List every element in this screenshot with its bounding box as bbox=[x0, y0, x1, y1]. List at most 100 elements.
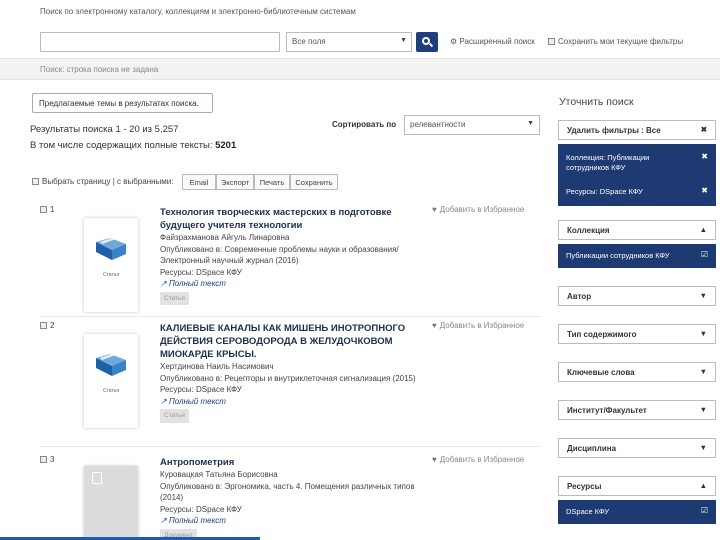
facet-author-label: Автор bbox=[567, 292, 592, 301]
search-scope-select[interactable]: Все поля ▼ bbox=[286, 32, 412, 52]
result-title[interactable]: Технология творческих мастерских в подго… bbox=[160, 206, 430, 232]
result-published: Опубликовано в: Современные проблемы нау… bbox=[160, 244, 399, 266]
save-button[interactable]: Сохранить bbox=[290, 174, 338, 190]
result-divider bbox=[40, 446, 540, 447]
external-link-icon: ↗ bbox=[160, 279, 169, 288]
advanced-search-link[interactable]: ⚙ Расширенный поиск bbox=[450, 37, 535, 46]
checkbox-checked-icon: ☑ bbox=[700, 506, 708, 515]
active-filter-resource[interactable]: Ресурсы: DSpace КФУ bbox=[566, 187, 690, 197]
result-divider bbox=[40, 316, 540, 317]
result-thumbnail[interactable]: Статья bbox=[84, 334, 138, 428]
print-button[interactable]: Печать bbox=[254, 174, 290, 190]
chevron-down-icon: ▼ bbox=[699, 367, 707, 376]
facet-collection[interactable]: Коллекция ▲ bbox=[558, 220, 716, 240]
fulltext-link-label: Полный текст bbox=[168, 516, 226, 525]
facet-keywords[interactable]: Ключевые слова ▼ bbox=[558, 362, 716, 382]
result-title[interactable]: Антропометрия bbox=[160, 456, 430, 469]
suggested-topics-button[interactable]: Предлагаемые темы в результатах поиска. bbox=[32, 93, 213, 113]
chevron-up-icon: ▲ bbox=[699, 225, 707, 234]
fulltext-link[interactable]: ↗ Полный текст bbox=[160, 396, 430, 408]
facet-resources-value: DSpace КФУ bbox=[566, 507, 610, 516]
heart-icon: ♥ bbox=[432, 321, 437, 330]
remove-filters-button[interactable]: Удалить фильтры : Все ✖ bbox=[558, 120, 716, 140]
fulltext-count: В том числе содержащих полные тексты: 52… bbox=[30, 140, 236, 151]
export-button[interactable]: Экспорт bbox=[216, 174, 254, 190]
result-checkbox[interactable] bbox=[40, 206, 47, 213]
result-resource: Ресурсы: DSpace КФУ bbox=[160, 504, 242, 514]
result-checkbox[interactable] bbox=[40, 456, 47, 463]
book-icon bbox=[96, 353, 126, 376]
fulltext-link[interactable]: ↗ Полный текст bbox=[160, 515, 430, 527]
fulltext-count-label: В том числе содержащих полные тексты: bbox=[30, 140, 213, 151]
result-info: КАЛИЕВЫЕ КАНАЛЫ КАК МИШЕНЬ ИНОТРОПНОГО Д… bbox=[160, 322, 430, 423]
search-scope-value: Все поля bbox=[292, 37, 326, 46]
keep-filters-checkbox[interactable] bbox=[548, 38, 555, 45]
select-page-checkbox[interactable] bbox=[32, 178, 39, 185]
chevron-down-icon: ▼ bbox=[699, 443, 707, 452]
facet-content-type-label: Тип содержимого bbox=[567, 330, 637, 339]
sort-select[interactable]: релевантности ▼ bbox=[404, 115, 540, 135]
facet-resources-label: Ресурсы bbox=[567, 482, 602, 491]
facet-resources-option[interactable]: DSpace КФУ ☑ bbox=[558, 500, 716, 524]
add-favorite-link[interactable]: ♥ Добавить в Избранное bbox=[432, 205, 524, 214]
result-author[interactable]: Файзрахманова Айгуль Линаровна bbox=[160, 232, 430, 244]
result-author[interactable]: Хертдинова Наиль Насимович bbox=[160, 361, 430, 373]
sidebar-heading: Уточнить поиск bbox=[559, 96, 634, 108]
result-resource: Ресурсы: DSpace КФУ bbox=[160, 267, 242, 277]
facet-institute[interactable]: Институт/Факультет ▼ bbox=[558, 400, 716, 420]
add-favorite-link[interactable]: ♥ Добавить в Избранное bbox=[432, 321, 524, 330]
heart-icon: ♥ bbox=[432, 455, 437, 464]
result-author[interactable]: Куровацкая Татьяна Борисовна bbox=[160, 469, 430, 481]
thumbnail-label: Статья bbox=[102, 272, 120, 278]
remove-filters-label: Удалить фильтры : Все bbox=[567, 126, 661, 135]
select-page-label: Выбрать страницу | с выбранными: bbox=[42, 177, 174, 186]
chevron-down-icon: ▼ bbox=[699, 329, 707, 338]
facet-discipline[interactable]: Дисциплина ▼ bbox=[558, 438, 716, 458]
active-filter-collection[interactable]: Коллекция: Публикации сотрудников КФУ bbox=[566, 153, 690, 173]
search-input[interactable] bbox=[40, 32, 280, 52]
add-favorite-label: Добавить в Избранное bbox=[439, 321, 525, 330]
result-thumbnail[interactable]: Статья bbox=[84, 218, 138, 312]
add-favorite-label: Добавить в Избранное bbox=[439, 205, 525, 214]
result-number: 2 bbox=[50, 321, 55, 330]
format-tag: Статья bbox=[160, 409, 189, 423]
result-published: Опубликовано в: Эргономика, часть 4. Пом… bbox=[160, 481, 415, 503]
facet-collection-option[interactable]: Публикации сотрудников КФУ ☑ bbox=[558, 244, 716, 268]
result-checkbox[interactable] bbox=[40, 322, 47, 329]
result-resource: Ресурсы: DSpace КФУ bbox=[160, 385, 242, 394]
facet-content-type[interactable]: Тип содержимого ▼ bbox=[558, 324, 716, 344]
facet-author[interactable]: Автор ▼ bbox=[558, 286, 716, 306]
facet-collection-label: Коллекция bbox=[567, 226, 610, 235]
result-title[interactable]: КАЛИЕВЫЕ КАНАЛЫ КАК МИШЕНЬ ИНОТРОПНОГО Д… bbox=[160, 322, 430, 361]
result-thumbnail[interactable] bbox=[84, 466, 138, 540]
close-icon[interactable]: ✖ bbox=[701, 152, 708, 162]
gear-icon: ⚙ bbox=[450, 37, 458, 46]
result-info: Антропометрия Куровацкая Татьяна Борисов… bbox=[160, 456, 430, 540]
add-favorite-label: Добавить в Избранное bbox=[439, 455, 525, 464]
chevron-up-icon: ▲ bbox=[699, 481, 707, 490]
results-count: Результаты поиска 1 - 20 из 5,257 bbox=[30, 124, 179, 135]
facet-discipline-label: Дисциплина bbox=[567, 444, 617, 453]
refine-sidebar: Уточнить поиск Удалить фильтры : Все ✖ К… bbox=[558, 96, 716, 524]
add-favorite-link[interactable]: ♥ Добавить в Избранное bbox=[432, 455, 524, 464]
sort-value: релевантности bbox=[410, 120, 466, 129]
search-title: Поиск по электронному каталогу, коллекци… bbox=[40, 7, 356, 16]
result-published: Опубликовано в: Рецепторы и внутриклеточ… bbox=[160, 373, 416, 383]
facet-institute-label: Институт/Факультет bbox=[567, 406, 647, 415]
external-link-icon: ↗ bbox=[160, 396, 169, 406]
chevron-down-icon: ▼ bbox=[527, 120, 534, 127]
fulltext-link-label: Полный текст bbox=[168, 279, 226, 288]
facet-resources[interactable]: Ресурсы ▲ bbox=[558, 476, 716, 496]
facet-collection-value: Публикации сотрудников КФУ bbox=[566, 251, 670, 260]
active-filters-panel: Коллекция: Публикации сотрудников КФУ ✖ … bbox=[558, 144, 716, 206]
advanced-search-label: Расширенный поиск bbox=[459, 37, 535, 46]
document-icon bbox=[92, 472, 102, 484]
close-icon[interactable]: ✖ bbox=[701, 186, 708, 196]
result-info: Технология творческих мастерских в подго… bbox=[160, 206, 430, 305]
format-tag: Статья bbox=[160, 291, 189, 305]
fulltext-link[interactable]: ↗ Полный текст bbox=[160, 278, 430, 290]
email-button[interactable]: Email bbox=[182, 174, 216, 190]
heart-icon: ♥ bbox=[432, 205, 437, 214]
search-button[interactable] bbox=[416, 32, 438, 52]
keep-filters-toggle[interactable]: Сохранить мои текущие фильтры bbox=[548, 37, 683, 46]
